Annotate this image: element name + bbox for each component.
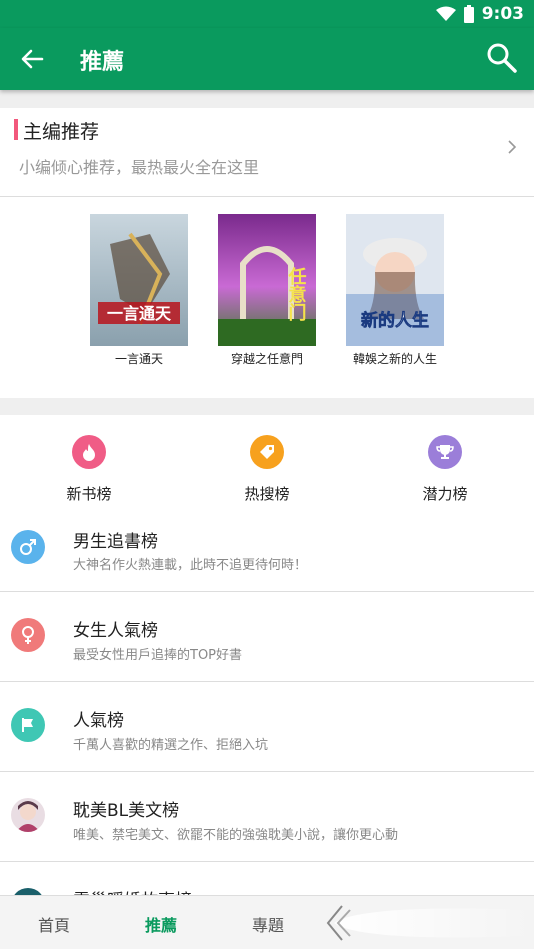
- quick-link-label: 新书榜: [66, 485, 112, 503]
- rankings-section: 新书榜 热搜榜 潜力榜 男生追書榜 大神名作火熱連載，此時不追更待何時！ 女生人…: [0, 415, 534, 922]
- section-subtitle: 小编倾心推荐，最热最火全在这里: [19, 158, 260, 177]
- ranking-title: 耽美BL美文榜: [73, 801, 180, 821]
- svg-text:新的人生: 新的人生: [361, 310, 429, 331]
- wifi-icon: [435, 6, 456, 21]
- book-title: 一言通天: [114, 352, 163, 366]
- fire-icon: [72, 435, 106, 469]
- trophy-icon: [428, 435, 462, 469]
- quick-link-new-books[interactable]: 新书榜: [39, 435, 139, 504]
- clock: 9:03: [481, 4, 524, 24]
- battery-icon: [463, 5, 474, 23]
- svg-text:一言通天: 一言通天: [107, 304, 172, 323]
- quick-rank-links: 新书榜 热搜榜 潜力榜: [0, 415, 534, 507]
- back-arrow-icon[interactable]: [18, 45, 46, 73]
- book-title: 穿越之任意門: [230, 352, 303, 366]
- female-icon: [11, 618, 45, 652]
- quick-link-label: 潜力榜: [422, 485, 468, 503]
- book-cover[interactable]: 任意门: [218, 214, 316, 346]
- tab-topics[interactable]: 專題: [252, 912, 284, 936]
- quick-link-potential[interactable]: 潜力榜: [395, 435, 495, 504]
- quick-link-hot-search[interactable]: 热搜榜: [217, 435, 317, 504]
- section-title: 主编推荐: [23, 121, 100, 143]
- svg-text:任意门: 任意门: [286, 266, 308, 322]
- ranking-row-female[interactable]: 女生人氣榜 最受女性用戶追捧的TOP好書: [0, 592, 534, 682]
- book-item[interactable]: 任意门 穿越之任意門: [207, 214, 327, 367]
- ranking-row-bl[interactable]: 耽美BL美文榜 唯美、禁宅美文、欲罷不能的強強耽美小說，讓你更心動: [0, 772, 534, 862]
- book-title: 韓娛之新的人生: [352, 352, 437, 366]
- status-bar: 9:03: [0, 0, 534, 28]
- book-item[interactable]: 新的人生 韓娛之新的人生: [335, 214, 455, 367]
- section-accent-bar: [14, 119, 18, 140]
- quick-link-label: 热搜榜: [244, 485, 290, 503]
- avatar-icon: [11, 798, 45, 832]
- ranking-subtitle: 最受女性用戶追捧的TOP好書: [73, 648, 243, 663]
- ranking-title: 女生人氣榜: [73, 621, 158, 641]
- book-cover[interactable]: 新的人生: [346, 214, 444, 346]
- book-carousel: 一言通天 一言通天 任意门 穿越之任意門 新的人生 韓娛之新的人生: [0, 214, 534, 374]
- male-icon: [11, 530, 45, 564]
- ranking-row-male[interactable]: 男生追書榜 大神名作火熱連載，此時不追更待何時！: [0, 522, 534, 592]
- app-bar: 推薦: [0, 28, 534, 90]
- bottom-tab-bar: 首頁 推薦 專題: [0, 895, 534, 949]
- ranking-subtitle: 千萬人喜歡的精選之作、拒絕入坑: [73, 738, 269, 753]
- page-title: 推薦: [80, 50, 125, 75]
- chevron-right-icon[interactable]: [506, 138, 518, 156]
- ranking-subtitle: 大神名作火熱連載，此時不追更待何時！: [73, 558, 308, 573]
- ranking-title: 人氣榜: [73, 711, 124, 731]
- ranking-subtitle: 唯美、禁宅美文、欲罷不能的強強耽美小說，讓你更心動: [73, 828, 399, 843]
- editor-picks-section: 主编推荐 小编倾心推荐，最热最火全在这里 一言通天 一言通天 任意门 穿越之任意…: [0, 108, 534, 398]
- search-icon[interactable]: [486, 42, 518, 74]
- book-cover[interactable]: 一言通天: [90, 214, 188, 346]
- tab-home[interactable]: 首頁: [38, 912, 70, 936]
- editor-picks-header[interactable]: 主编推荐 小编倾心推荐，最热最火全在这里: [0, 108, 534, 197]
- ranking-title: 男生追書榜: [73, 532, 158, 552]
- book-item[interactable]: 一言通天 一言通天: [79, 214, 199, 367]
- flag-icon: [11, 708, 45, 742]
- tab-recommend[interactable]: 推薦: [145, 912, 177, 936]
- tag-icon: [250, 435, 284, 469]
- swipe-gesture-overlay: [326, 905, 534, 941]
- ranking-row-popular[interactable]: 人氣榜 千萬人喜歡的精選之作、拒絕入坑: [0, 682, 534, 772]
